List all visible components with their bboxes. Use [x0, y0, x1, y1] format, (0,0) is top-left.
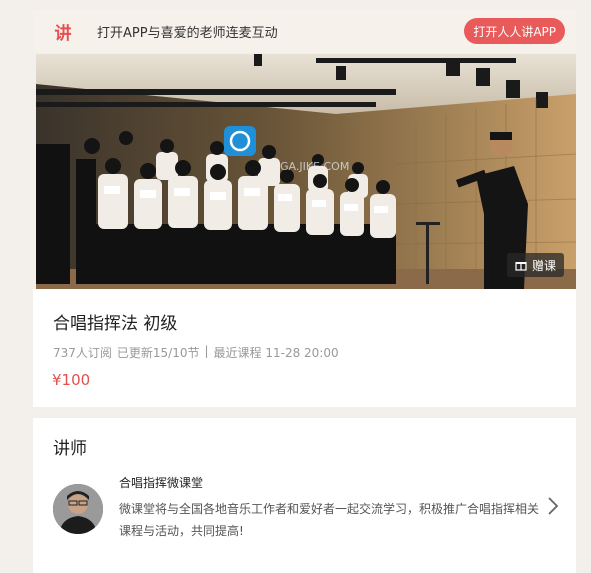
- avatar[interactable]: [53, 484, 103, 534]
- latest-session: 最近课程 11-28 20:00: [213, 346, 339, 360]
- teacher-description: 微课堂将与全国各地音乐工作者和爱好者一起交流学习，积极推广合唱指挥相关课程与活动…: [119, 502, 540, 538]
- teacher-heading: 讲师: [53, 439, 87, 459]
- app-banner[interactable]: 讲 打开APP与喜爱的老师连麦互动 打开人人讲APP: [33, 10, 576, 52]
- course-cover-image: GA.JIKE.COM 赠课: [36, 54, 576, 289]
- gift-label: 赠课: [531, 258, 556, 273]
- app-logo-icon: 讲: [54, 23, 72, 44]
- subscriber-count: 737人订阅: [53, 346, 112, 360]
- chevron-right-icon[interactable]: [546, 496, 560, 516]
- gift-course-button[interactable]: 赠课: [506, 253, 564, 277]
- gift-icon: [515, 259, 527, 271]
- svg-text:GA.JIKE.COM: GA.JIKE.COM: [280, 160, 349, 173]
- teacher-name[interactable]: 合唱指挥微课堂: [119, 474, 203, 491]
- course-info-card: 合唱指挥法 初级 737人订阅 已更新15/10节 | 最近课程 11-28 2…: [33, 289, 576, 407]
- teacher-section[interactable]: 讲师 合唱指挥微课堂 微课堂将与全国各地音乐工作者和爱好者一起交流学习，积极推广…: [33, 418, 576, 573]
- course-meta: 737人订阅 已更新15/10节 | 最近课程 11-28 20:00: [53, 344, 339, 361]
- choir-photo: GA.JIKE.COM: [36, 54, 576, 289]
- page: 讲 打开APP与喜爱的老师连麦互动 打开人人讲APP GA.JIKE.COM 赠…: [33, 0, 576, 573]
- banner-message: 打开APP与喜爱的老师连麦互动: [97, 25, 278, 41]
- course-price: ¥100: [52, 371, 91, 389]
- course-title: 合唱指挥法 初级: [53, 314, 178, 334]
- open-app-button[interactable]: 打开人人讲APP: [464, 18, 565, 44]
- meta-separator: |: [204, 344, 209, 358]
- update-progress: 已更新15/10节: [116, 346, 200, 360]
